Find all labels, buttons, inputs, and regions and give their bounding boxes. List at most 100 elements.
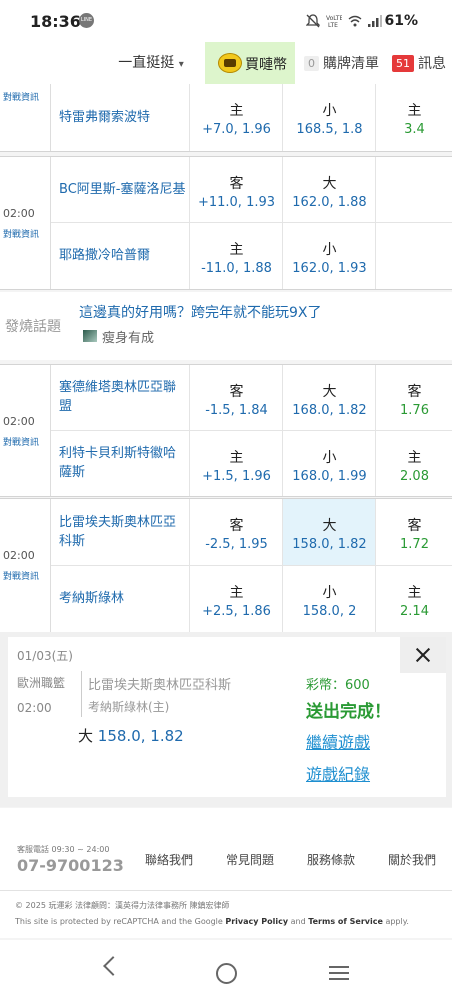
moneyline-odds-cell[interactable]: 主 3.4 (375, 84, 452, 151)
spread-odds-cell[interactable]: 客 -1.5, 1.84 (189, 365, 283, 430)
spread-odds-cell[interactable]: 主 +2.5, 1.86 (189, 566, 283, 632)
terms-of-service-link[interactable]: Terms of Service (308, 917, 383, 926)
team-name[interactable]: 比雷埃夫斯奧林匹亞科斯 (59, 513, 179, 551)
submit-complete-message: 送出完成！ (306, 702, 391, 722)
moneyline-value: 2.14 (400, 604, 429, 619)
bet-league: 歐洲職籃 (17, 676, 66, 690)
status-bar: 18:36 LINE VoLTE LTE 61% (0, 0, 452, 42)
purchase-list-button[interactable]: 0 購牌清單 (304, 42, 379, 84)
user-dropdown[interactable]: 一直挺挺 ▾ (97, 42, 205, 84)
back-icon[interactable] (103, 956, 123, 976)
privacy-policy-link[interactable]: Privacy Policy (225, 917, 288, 926)
footer-link-terms[interactable]: 服務條款 (307, 851, 388, 868)
spread-side: 客 (229, 384, 244, 400)
spread-value: +7.0, 1.96 (202, 122, 271, 137)
bet-date: 01/03(五) (17, 649, 73, 663)
spread-odds-cell[interactable]: 主 -11.0, 1.88 (189, 223, 283, 289)
moneyline-odds-cell (375, 157, 452, 222)
footer-link-faq[interactable]: 常見問題 (226, 851, 307, 868)
spread-odds-cell[interactable]: 主 +7.0, 1.96 (189, 84, 283, 151)
total-odds-cell[interactable]: 小 162.0, 1.93 (282, 223, 376, 289)
moneyline-odds-cell[interactable]: 客 1.72 (375, 499, 452, 565)
moneyline-side: 主 (407, 585, 422, 601)
game-record-link[interactable]: 遊戲紀錄 (306, 761, 370, 785)
total-odds-cell[interactable]: 大 168.0, 1.82 (282, 365, 376, 430)
total-value: 168.0, 1.82 (292, 403, 367, 418)
moneyline-odds-cell[interactable]: 主 2.14 (375, 566, 452, 632)
bet-value: 158.0, 1.82 (97, 727, 184, 745)
bet-time: 02:00 (17, 701, 52, 715)
recent-apps-icon[interactable] (329, 966, 349, 980)
messages-count: 51 (392, 54, 414, 72)
moneyline-odds-cell[interactable]: 主 2.08 (375, 431, 452, 496)
messages-label: 訊息 (418, 56, 446, 72)
team-row: 特雷弗爾索波特 主 +7.0, 1.96 小 168.5, 1.8 主 3.4 (51, 84, 452, 151)
moneyline-side: 主 (407, 450, 422, 466)
recaptcha-apply: apply. (382, 917, 409, 926)
hot-topic-ad[interactable]: 發燒話題 這邊真的好用嗎？跨完年就不能玩9X了 瘦身有成 (0, 292, 452, 360)
spread-value: -2.5, 1.95 (205, 537, 268, 552)
match-info-link[interactable]: 對戰資訊 (3, 569, 39, 582)
spread-value: -1.5, 1.84 (205, 403, 268, 418)
total-value: 158.0, 1.82 (292, 537, 367, 552)
signal-icon (368, 15, 382, 27)
match-time: 02:00 (3, 207, 35, 220)
team-row: 比雷埃夫斯奧林匹亞科斯 客 -2.5, 1.95 大 158.0, 1.82 客 1.… (51, 499, 452, 566)
total-value: 162.0, 1.88 (292, 195, 367, 210)
hot-topic-title[interactable]: 這邊真的好用嗎？跨完年就不能玩9X了 (79, 302, 322, 322)
continue-game-link[interactable]: 繼續遊戲 (306, 729, 370, 753)
home-icon[interactable] (216, 963, 237, 984)
spread-odds-cell[interactable]: 客 +11.0, 1.93 (189, 157, 283, 222)
team-row: 利特卡貝利斯特徽哈薩斯 主 +1.5, 1.96 小 168.0, 1.99 主 2.… (51, 431, 452, 496)
top-nav: 一直挺挺 ▾ 買嗹幣 0 購牌清單 51 訊息 (0, 42, 452, 85)
match-info-link[interactable]: 對戰資訊 (3, 227, 39, 240)
mute-icon (306, 14, 320, 28)
user-dropdown-label: 一直挺挺 (118, 55, 175, 71)
total-side: 大 (322, 384, 337, 400)
spread-odds-cell[interactable]: 主 +1.5, 1.96 (189, 431, 283, 496)
team-name[interactable]: 考納斯綠林 (59, 589, 189, 608)
total-odds-cell[interactable]: 大 162.0, 1.88 (282, 157, 376, 222)
team-name[interactable]: 塞德維塔奧林匹亞聯盟 (59, 378, 179, 416)
match-info-link[interactable]: 對戰資訊 (3, 90, 39, 103)
service-phone[interactable]: 07-9700123 (17, 856, 124, 875)
total-value: 168.0, 1.99 (292, 469, 367, 484)
total-odds-cell-selected[interactable]: 大 158.0, 1.82 (282, 499, 376, 565)
moneyline-odds-cell[interactable]: 客 1.76 (375, 365, 452, 430)
ad-thumbnail (83, 330, 97, 342)
divider (81, 671, 82, 717)
svg-text:LTE: LTE (328, 22, 338, 28)
total-side: 小 (322, 242, 337, 258)
spread-odds-cell[interactable]: 客 -2.5, 1.95 (189, 499, 283, 565)
spread-side: 客 (229, 176, 244, 192)
moneyline-value: 3.4 (404, 122, 425, 137)
total-side: 小 (322, 103, 337, 119)
total-odds-cell[interactable]: 小 158.0, 2 (282, 566, 376, 632)
coin-icon (218, 53, 242, 73)
total-odds-cell[interactable]: 小 168.0, 1.99 (282, 431, 376, 496)
close-icon[interactable] (400, 637, 446, 673)
status-icons: VoLTE LTE (306, 13, 382, 29)
bet-team-home: 考納斯綠林(主) (88, 700, 170, 714)
copyright: © 2025 玩運彩 法律顧問：漢英得力法律事務所 陳鎮宏律師 (15, 901, 230, 910)
total-value: 168.5, 1.8 (296, 122, 363, 137)
match-time: 02:00 (3, 549, 35, 562)
total-value: 162.0, 1.93 (292, 261, 367, 276)
team-name[interactable]: 耶路撒冷哈普爾 (59, 246, 189, 265)
buy-coins-button[interactable]: 買嗹幣 (205, 42, 295, 84)
messages-button[interactable]: 51 訊息 (392, 42, 446, 84)
total-value: 158.0, 2 (302, 604, 357, 619)
team-name[interactable]: 利特卡貝利斯特徽哈薩斯 (59, 444, 179, 482)
bet-confirmation-box: 01/03(五) 歐洲職籃 02:00 比雷埃夫斯奧林匹亞科斯 考納斯綠林(主)… (8, 637, 446, 797)
match-info-link[interactable]: 對戰資訊 (3, 435, 39, 448)
spread-value: -11.0, 1.88 (201, 261, 272, 276)
buy-coins-label: 買嗹幣 (245, 57, 287, 73)
total-side: 小 (322, 585, 337, 601)
bet-result-area: 彩幣：600 送出完成！ 繼續遊戲 遊戲紀錄 (298, 667, 446, 795)
team-name[interactable]: 特雷弗爾索波特 (59, 108, 189, 127)
caret-down-icon: ▾ (178, 59, 184, 70)
footer-link-contact[interactable]: 聯絡我們 (145, 851, 226, 868)
team-name[interactable]: BC阿里斯-塞薩洛尼基 (59, 180, 194, 199)
total-odds-cell[interactable]: 小 168.5, 1.8 (282, 84, 376, 151)
footer-link-about[interactable]: 關於我們 (388, 851, 452, 868)
